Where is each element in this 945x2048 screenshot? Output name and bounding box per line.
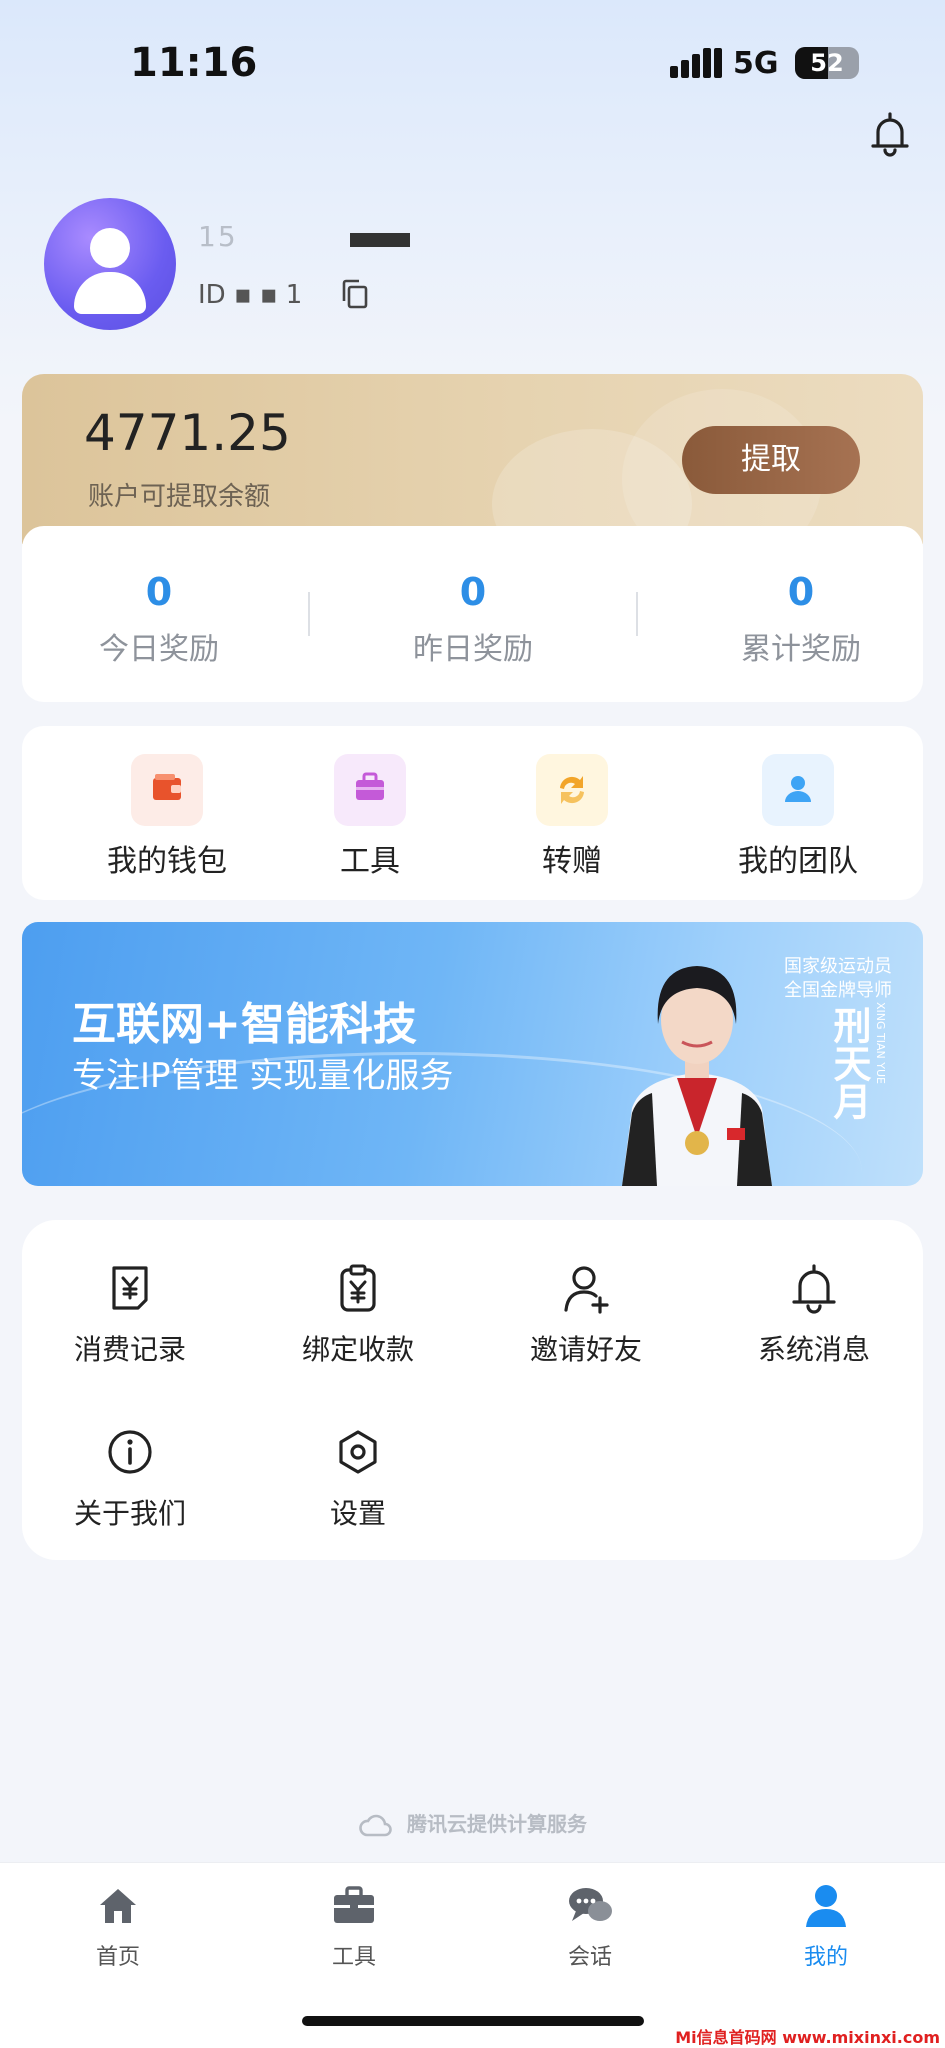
banner-person-name: 刑天月 (827, 1006, 872, 1120)
bell-icon (792, 1264, 836, 1314)
service-about-us[interactable]: 关于我们 (30, 1424, 230, 1532)
tab-label: 工具 (331, 1945, 376, 1970)
service-label: 邀请好友 (529, 1333, 642, 1366)
withdraw-button[interactable]: 提取 (682, 426, 860, 494)
watermark: Mi信息首码网 www.mixinxi.com (675, 2028, 940, 2047)
briefcase-icon (334, 1886, 374, 1923)
name-redaction (350, 233, 410, 247)
balance-amount: 4771.25 (84, 404, 291, 462)
tab-me[interactable]: 我的 (756, 1881, 896, 1971)
tab-label: 首页 (95, 1945, 140, 1970)
team-icon (762, 754, 834, 826)
balance-label: 账户可提取余额 (88, 482, 271, 512)
service-invite-friends[interactable]: 邀请好友 (486, 1260, 686, 1368)
menu-label: 转赠 (542, 844, 602, 879)
signal-icon (670, 48, 722, 78)
info-icon (108, 1430, 152, 1474)
menu-tools[interactable]: 工具 (270, 754, 470, 880)
copy-icon[interactable] (340, 278, 370, 310)
tab-label: 会话 (567, 1945, 612, 1970)
service-label: 消费记录 (73, 1333, 186, 1366)
transfer-icon (536, 754, 608, 826)
service-bind-payment[interactable]: 绑定收款 (258, 1260, 458, 1368)
status-time: 11:16 (130, 40, 258, 86)
service-consumption-records[interactable]: 消费记录 (30, 1260, 230, 1368)
home-indicator[interactable] (302, 2016, 644, 2026)
spokesperson-image (622, 966, 772, 1186)
reward-yesterday[interactable]: 0 昨日奖励 (348, 570, 598, 668)
menu-transfer[interactable]: 转赠 (472, 754, 672, 880)
service-label: 关于我们 (73, 1497, 186, 1530)
service-system-messages[interactable]: 系统消息 (714, 1260, 914, 1368)
tab-label: 我的 (803, 1945, 848, 1970)
settings-icon (339, 1430, 377, 1474)
provider-text: 腾讯云提供计算服务 (406, 1812, 587, 1836)
reward-label: 累计奖励 (741, 632, 861, 667)
user-id: ID ▪ ▪ 1 (198, 280, 303, 310)
banner-title: 互联网+智能科技 (72, 999, 417, 1050)
service-label: 系统消息 (757, 1333, 870, 1366)
cloud-icon (359, 1814, 392, 1836)
promo-banner[interactable]: 互联网+智能科技 专注IP管理 实现量化服务 国家级运动员 全国金牌导师 XIN… (22, 922, 923, 1186)
reward-total[interactable]: 0 累计奖励 (676, 570, 926, 668)
invite-user-icon (564, 1266, 609, 1314)
toolbox-icon (334, 754, 406, 826)
status-bar: 11:16 5G 52 (0, 0, 945, 120)
reward-value: 0 (787, 570, 815, 614)
quick-menu: 我的钱包 工具 转赠 我的团队 (22, 726, 923, 900)
tab-tools[interactable]: 工具 (284, 1881, 424, 1971)
battery-icon: 52 (795, 47, 859, 79)
menu-label: 我的团队 (738, 844, 858, 879)
reward-today[interactable]: 0 今日奖励 (34, 570, 284, 668)
reward-value: 0 (145, 570, 173, 614)
battery-level: 52 (810, 49, 844, 77)
service-settings[interactable]: 设置 (258, 1424, 458, 1532)
reward-label: 今日奖励 (99, 632, 219, 667)
network-type: 5G (733, 46, 779, 81)
user-icon (806, 1885, 846, 1927)
reward-label: 昨日奖励 (413, 632, 533, 667)
service-label: 绑定收款 (301, 1333, 414, 1366)
reward-value: 0 (459, 570, 487, 614)
divider (308, 592, 310, 636)
bind-payment-icon (340, 1264, 376, 1312)
divider (636, 592, 638, 636)
service-label: 设置 (329, 1497, 386, 1530)
tab-chat[interactable]: 会话 (520, 1881, 660, 1971)
banner-subtitle: 专注IP管理 实现量化服务 (72, 1056, 454, 1096)
home-icon (100, 1889, 136, 1923)
notification-bell-icon[interactable] (868, 110, 912, 158)
rewards-card: 0 今日奖励 0 昨日奖励 0 累计奖励 (22, 526, 923, 702)
provider-note: 腾讯云提供计算服务 (0, 1808, 945, 1839)
services-card: 消费记录 绑定收款 邀请好友 系统消息 关于我们 设置 (22, 1220, 923, 1560)
avatar[interactable] (44, 198, 176, 330)
tab-home[interactable]: 首页 (48, 1881, 188, 1971)
menu-label: 工具 (340, 844, 400, 879)
menu-wallet[interactable]: 我的钱包 (67, 754, 267, 880)
user-name: 15 (198, 220, 238, 253)
wallet-icon (131, 754, 203, 826)
banner-tag: 全国金牌导师 (784, 980, 892, 1001)
chat-icon (569, 1888, 612, 1921)
banner-tag: 国家级运动员 (784, 956, 892, 977)
balance-card: 4771.25 账户可提取余额 提取 (22, 374, 923, 544)
menu-team[interactable]: 我的团队 (698, 754, 898, 880)
receipt-icon (112, 1266, 148, 1310)
menu-label: 我的钱包 (107, 844, 227, 879)
